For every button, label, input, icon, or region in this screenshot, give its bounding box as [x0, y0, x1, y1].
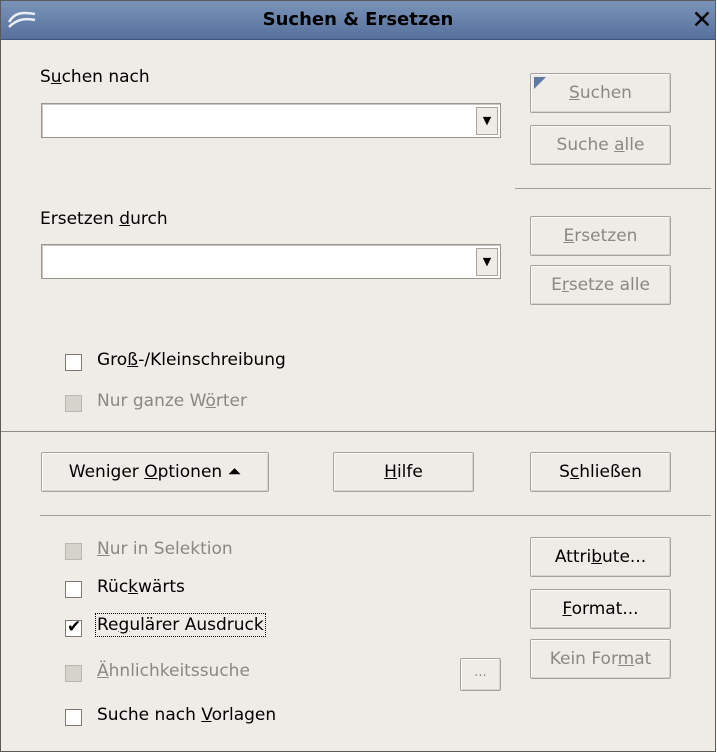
checkmark-icon: ✔	[67, 617, 82, 637]
backwards-checkbox[interactable]	[65, 581, 82, 598]
window-title: Suchen & Ersetzen	[262, 9, 454, 30]
similarity-options-button[interactable]: ...	[460, 658, 501, 691]
right-separator	[515, 188, 711, 189]
selection-only-checkbox[interactable]	[65, 543, 82, 560]
options-separator	[40, 515, 711, 516]
chevron-down-icon: ▼	[482, 114, 492, 127]
search-all-button[interactable]: Suche alle	[530, 125, 671, 165]
search-button[interactable]: Suchen	[530, 73, 671, 113]
chevron-down-icon: ▼	[482, 255, 492, 268]
no-format-button[interactable]: Kein Format	[530, 639, 671, 679]
whole-words-checkbox[interactable]	[65, 395, 82, 412]
title-bar[interactable]: Suchen & Ersetzen ✕	[1, 1, 715, 40]
replace-dropdown-button[interactable]: ▼	[476, 248, 498, 276]
match-case-checkbox[interactable]	[65, 354, 82, 371]
replace-input[interactable]	[44, 247, 468, 276]
similarity-label[interactable]: Ähnlichkeitssuche	[97, 661, 250, 681]
help-button[interactable]: Hilfe	[333, 452, 474, 492]
collapse-arrow-icon: ⏶	[227, 462, 242, 482]
regex-checkbox[interactable]: ✔	[65, 617, 82, 637]
styles-label[interactable]: Suche nach Vorlagen	[97, 705, 276, 725]
selection-only-label[interactable]: Nur in Selektion	[97, 539, 233, 559]
replace-label: Ersetzen durch	[40, 209, 168, 229]
replace-all-button[interactable]: Ersetze alle	[530, 265, 671, 305]
attributes-button[interactable]: Attribute...	[530, 537, 671, 577]
search-label: Suchen nach	[40, 67, 150, 87]
styles-checkbox[interactable]	[65, 709, 82, 726]
whole-words-label[interactable]: Nur ganze Wörter	[97, 391, 247, 411]
close-button[interactable]: Schließen	[530, 452, 671, 492]
replace-button[interactable]: Ersetzen	[530, 216, 671, 256]
default-button-indicator-icon	[534, 77, 546, 89]
search-combo[interactable]: ▼	[41, 103, 501, 138]
close-icon[interactable]: ✕	[689, 6, 715, 34]
format-button[interactable]: Format...	[530, 589, 671, 629]
replace-combo[interactable]: ▼	[41, 244, 501, 279]
find-replace-dialog: Suchen & Ersetzen ✕ Suchen nach ▼ Ersetz…	[0, 0, 716, 752]
search-input[interactable]	[44, 106, 468, 135]
section-separator	[1, 431, 715, 432]
match-case-label[interactable]: Groß-/Kleinschreibung	[97, 350, 286, 370]
fewer-options-button[interactable]: Weniger Optionen ⏶	[41, 452, 269, 492]
similarity-checkbox[interactable]	[65, 665, 82, 682]
backwards-label[interactable]: Rückwärts	[97, 577, 185, 597]
search-dropdown-button[interactable]: ▼	[476, 107, 498, 135]
regex-label[interactable]: Regulärer Ausdruck	[95, 613, 266, 637]
